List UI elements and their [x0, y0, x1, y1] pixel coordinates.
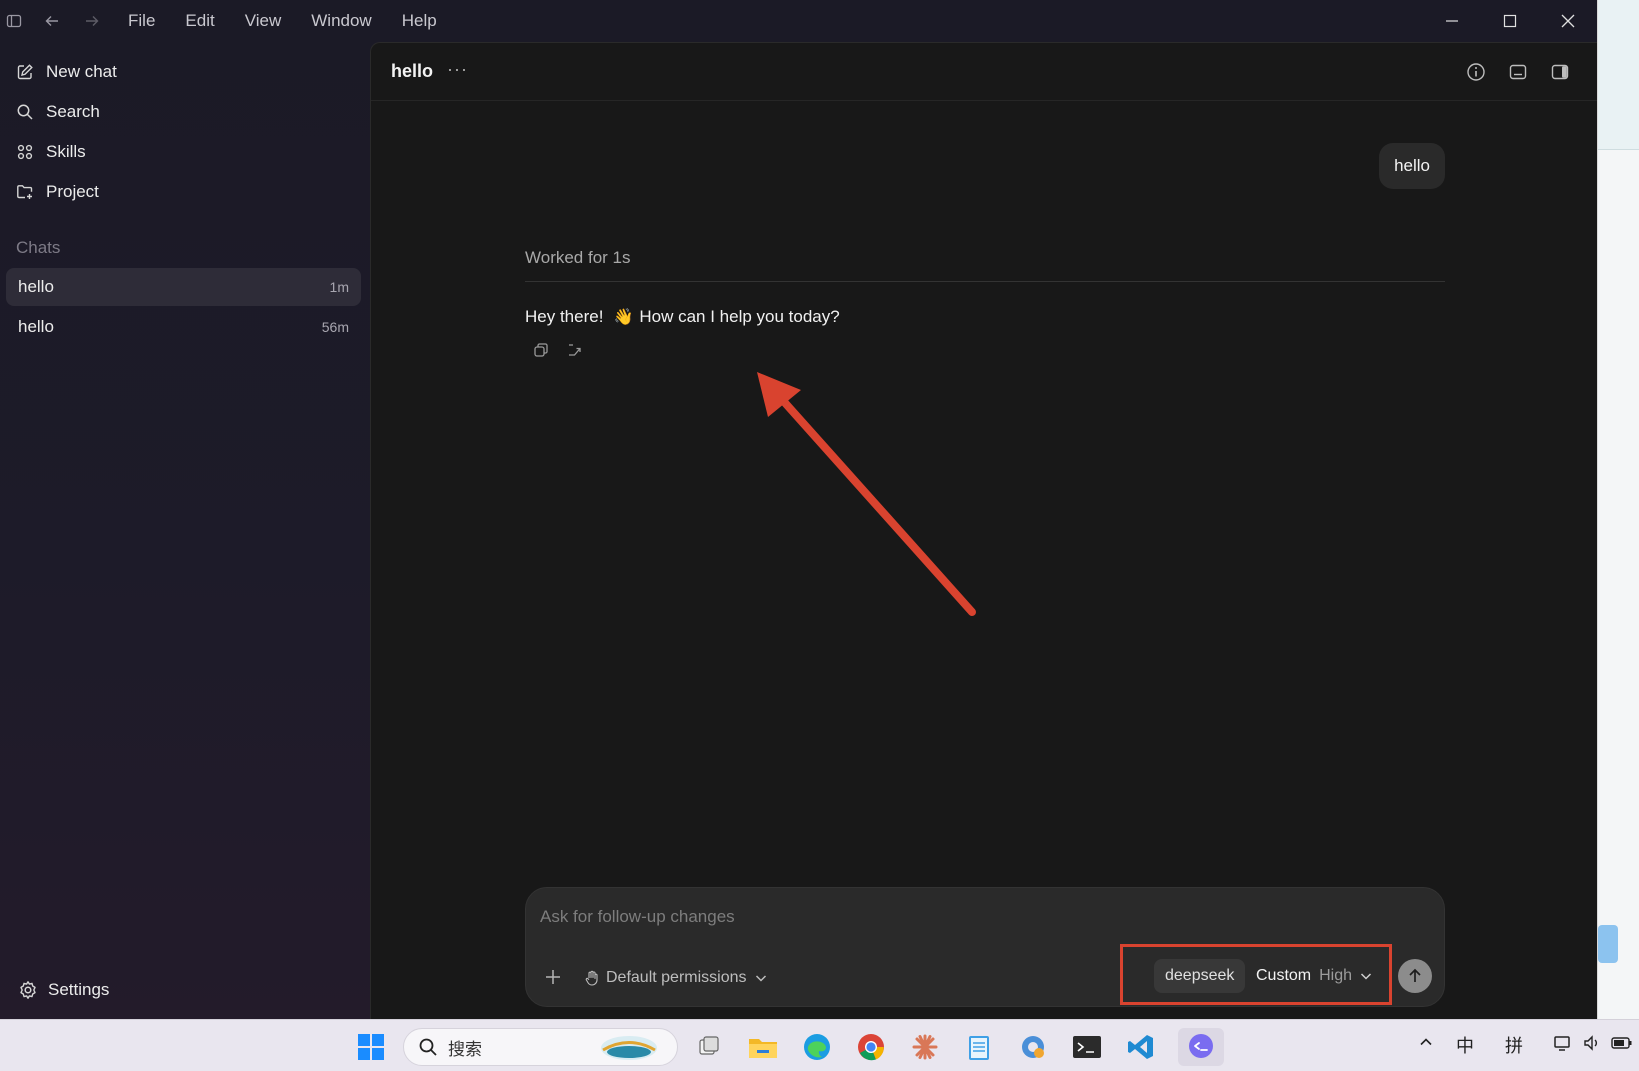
- reply-text-end: How can I help you today?: [639, 307, 840, 326]
- skills-button[interactable]: Skills: [16, 136, 86, 168]
- chat-panel: hello ··· hello Worked for 1s Hey there!…: [370, 42, 1597, 1019]
- chevron-down-icon: [755, 975, 766, 982]
- menu-file[interactable]: File: [128, 11, 155, 31]
- search-highlight-icon: [601, 1036, 657, 1060]
- worked-duration-label[interactable]: Worked for 1s: [525, 248, 631, 268]
- background-window: [1597, 0, 1639, 1019]
- close-icon[interactable]: [1539, 0, 1597, 42]
- plus-icon: [546, 970, 560, 984]
- new-chat-button[interactable]: New chat: [16, 56, 117, 88]
- fork-arrow-icon[interactable]: [564, 339, 586, 361]
- windows-start-icon[interactable]: [352, 1028, 390, 1066]
- ime-mode[interactable]: 拼: [1505, 1032, 1523, 1058]
- page-title: hello: [391, 61, 434, 81]
- notepad-icon[interactable]: [960, 1028, 998, 1066]
- terminal-panel-icon[interactable]: [1507, 61, 1529, 83]
- vscode-icon[interactable]: [1122, 1028, 1160, 1066]
- arrow-up-icon: [1409, 968, 1421, 982]
- app-window: File Edit View Window Help New chat Sear…: [0, 0, 1597, 1019]
- settings-label: Settings: [48, 980, 110, 999]
- search-icon: [419, 1038, 437, 1056]
- reply-text-start: Hey there!: [525, 307, 604, 326]
- permissions-label: Default permissions: [606, 969, 747, 986]
- file-explorer-icon[interactable]: [744, 1028, 782, 1066]
- follow-up-input[interactable]: [540, 900, 1420, 934]
- network-icon[interactable]: [1553, 1034, 1573, 1057]
- ime-language[interactable]: 中: [1456, 1032, 1474, 1058]
- sidebar-toggle-icon[interactable]: [4, 11, 24, 31]
- taskbar-search-label: 搜索: [448, 1039, 482, 1059]
- more-options-button[interactable]: ···: [447, 59, 468, 80]
- compose-icon: [17, 64, 33, 80]
- background-window-button: [1598, 925, 1618, 963]
- folder-plus-icon: [17, 185, 33, 199]
- assistant-message: Hey there! 👋 How can I help you today?: [525, 307, 840, 327]
- chat-item[interactable]: hello 56m: [6, 308, 361, 346]
- side-panel-icon[interactable]: [1549, 61, 1571, 83]
- settings-button[interactable]: Settings: [18, 980, 109, 1000]
- volume-icon[interactable]: [1583, 1034, 1603, 1057]
- sidebar: New chat Search Skills Project Chats hel…: [0, 42, 370, 1019]
- permissions-dropdown[interactable]: Default permissions: [584, 964, 775, 992]
- menu-view[interactable]: View: [245, 11, 282, 31]
- minimize-icon[interactable]: [1423, 0, 1481, 42]
- menu-bar: File Edit View Window Help: [128, 0, 467, 42]
- chat-item-active[interactable]: hello 1m: [6, 268, 361, 306]
- chat-time: 56m: [321, 319, 349, 335]
- project-label: Project: [46, 182, 99, 201]
- add-attachment-button[interactable]: [538, 962, 568, 992]
- hand-icon: [585, 970, 598, 986]
- claude-icon[interactable]: [906, 1028, 944, 1066]
- waving-hand-emoji: 👋: [613, 309, 634, 326]
- chat-title: hello: [18, 317, 54, 336]
- menu-edit[interactable]: Edit: [185, 11, 214, 31]
- new-chat-label: New chat: [46, 62, 117, 81]
- chat-header: hello ···: [371, 43, 1597, 101]
- divider: [525, 281, 1445, 282]
- maximize-icon[interactable]: [1481, 0, 1539, 42]
- annotation-highlight-box: [1120, 944, 1392, 1005]
- chat-time: 1m: [329, 279, 349, 295]
- settings-app-icon[interactable]: [1014, 1028, 1052, 1066]
- battery-icon[interactable]: [1611, 1034, 1633, 1057]
- tray-chevron-up-icon[interactable]: [1418, 1034, 1434, 1055]
- send-button[interactable]: [1398, 959, 1432, 993]
- chats-section-label: Chats: [16, 238, 61, 257]
- terminal-icon[interactable]: [1068, 1028, 1106, 1066]
- title-bar: File Edit View Window Help: [0, 0, 1597, 42]
- back-arrow-icon[interactable]: [42, 11, 62, 31]
- skills-label: Skills: [46, 142, 86, 161]
- chat-title: hello: [18, 277, 54, 296]
- menu-help[interactable]: Help: [402, 11, 437, 31]
- chrome-browser-icon[interactable]: [852, 1028, 890, 1066]
- taskbar-search[interactable]: 搜索: [403, 1028, 678, 1066]
- info-icon[interactable]: [1465, 61, 1487, 83]
- project-button[interactable]: Project: [16, 176, 99, 208]
- search-icon: [17, 104, 33, 120]
- background-window-header: [1598, 0, 1639, 150]
- taskbar: 搜索 中 拼: [0, 1019, 1639, 1071]
- skills-grid-icon: [17, 144, 33, 160]
- user-message: hello: [1379, 143, 1445, 189]
- menu-window[interactable]: Window: [311, 11, 371, 31]
- search-button[interactable]: Search: [16, 96, 100, 128]
- copy-icon[interactable]: [530, 339, 552, 361]
- chat-app-icon[interactable]: [1178, 1028, 1224, 1066]
- edge-browser-icon[interactable]: [798, 1028, 836, 1066]
- task-view-icon[interactable]: [690, 1028, 728, 1066]
- forward-arrow-icon[interactable]: [82, 11, 102, 31]
- gear-icon: [20, 981, 36, 999]
- search-label: Search: [46, 102, 100, 121]
